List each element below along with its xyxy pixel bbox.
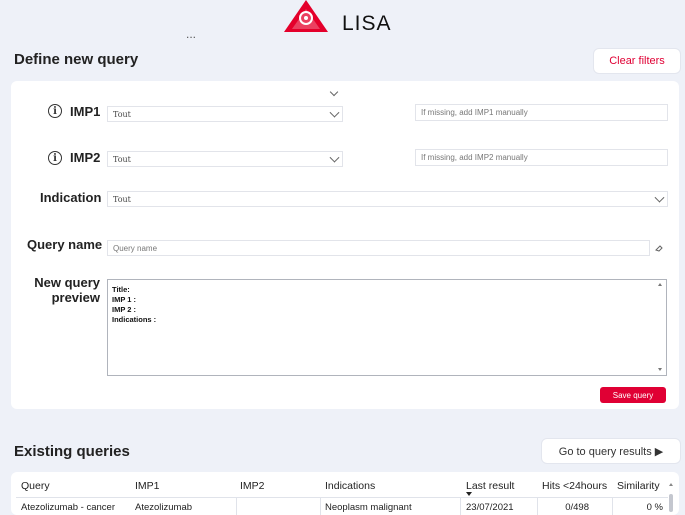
clear-filters-button[interactable]: Clear filters [593,48,681,74]
column-header-imp2[interactable]: IMP2 [240,480,265,492]
imp2-info-icon[interactable]: i [48,151,62,165]
column-header-indications[interactable]: Indications [325,480,375,492]
imp1-select[interactable]: Tout [107,106,343,122]
sort-descending-icon[interactable] [466,492,472,496]
define-query-title: Define new query [14,51,139,68]
eraser-icon[interactable] [654,243,664,253]
cell-divider [320,498,321,515]
preview-label-line2: preview [51,290,100,305]
imp2-manual-input[interactable]: If missing, add IMP2 manually [415,149,668,166]
imp2-select-value: Tout [113,154,131,164]
chevron-down-icon [329,107,340,118]
query-preview-textarea[interactable]: Title: IMP 1 : IMP 2 : Indications : [107,279,667,376]
collapse-chevron-icon[interactable] [329,87,339,97]
cell-query: Atezolizumab - cancer [21,502,115,513]
column-header-imp1[interactable]: IMP1 [135,480,160,492]
table-scrollbar-thumb[interactable] [669,494,673,512]
save-query-button[interactable]: Save query [600,387,666,403]
cell-similarity: 0 % [646,502,663,513]
query-name-label: Query name [27,237,103,252]
column-header-last-result[interactable]: Last result [466,480,514,492]
imp2-select[interactable]: Tout [107,151,343,167]
column-header-similarity[interactable]: Similarity [617,480,660,492]
indication-select[interactable]: Tout [107,191,668,207]
preview-scrollbar[interactable] [656,281,665,374]
query-name-placeholder: Query name [113,243,158,253]
imp1-manual-input[interactable]: If missing, add IMP1 manually [415,104,668,121]
imp1-info-icon[interactable]: i [48,104,62,118]
existing-queries-title: Existing queries [14,443,130,460]
preview-label: New query preview [20,275,100,305]
column-header-hits[interactable]: Hits <24hours [542,480,607,492]
chevron-down-icon [329,152,340,163]
cell-last-result: 23/07/2021 [466,502,514,513]
imp1-label: IMP1 [70,104,101,119]
imp1-manual-placeholder: If missing, add IMP1 manually [421,108,528,117]
cell-divider [236,498,237,515]
app-name: LISA [342,12,392,35]
imp2-label: IMP2 [70,150,101,165]
cell-indications: Neoplasm malignant [325,502,412,513]
imp1-select-value: Tout [113,109,131,119]
chevron-down-icon [654,192,665,203]
imp2-manual-placeholder: If missing, add IMP2 manually [421,153,528,162]
indication-label: Indication [40,190,102,205]
column-header-query[interactable]: Query [21,480,50,492]
table-scrollbar[interactable] [667,480,675,515]
go-to-query-results-button[interactable]: Go to query results ▶ [541,438,681,464]
preview-label-line1: New query [34,275,100,290]
indication-select-value: Tout [113,194,131,204]
cell-divider [460,498,461,515]
cell-imp1: Atezolizumab [135,502,193,513]
more-options-icon[interactable]: ... [183,28,199,42]
cell-hits: 0/498 [565,502,589,513]
query-name-input[interactable]: Query name [107,240,650,256]
preview-text: Title: IMP 1 : IMP 2 : Indications : [112,285,157,324]
